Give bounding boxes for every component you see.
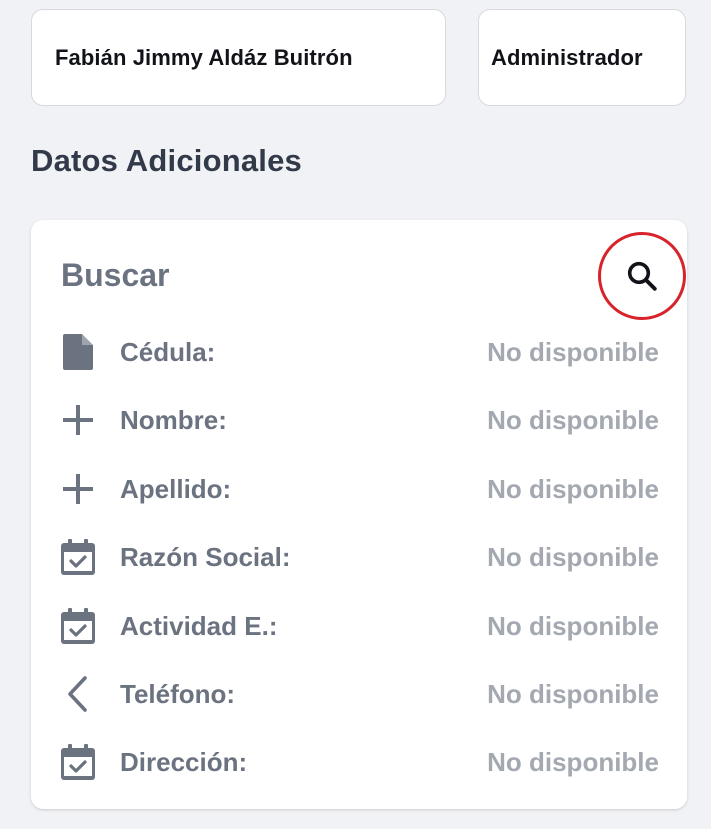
section-title: Datos Adicionales: [31, 143, 302, 178]
calendar-check-icon: [60, 608, 96, 644]
row-value: No disponible: [487, 746, 659, 777]
row-value: No disponible: [487, 473, 659, 504]
search-button[interactable]: [598, 232, 686, 320]
screen-edge: [711, 0, 717, 829]
card-title: Buscar: [61, 257, 170, 293]
row-value: No disponible: [487, 404, 659, 435]
row-label: Cédula:: [120, 336, 216, 367]
row-value: No disponible: [487, 336, 659, 367]
row-label: Apellido:: [120, 473, 232, 504]
row-label: Razón Social:: [120, 541, 291, 572]
info-row-direccion: Dirección: No disponible: [60, 742, 659, 782]
row-label: Nombre:: [120, 404, 227, 435]
info-row-cedula: Cédula: No disponible: [60, 332, 659, 372]
chevron-left-icon: [60, 676, 96, 712]
info-row-actividad: Actividad E.: No disponible: [60, 606, 659, 646]
row-value: No disponible: [487, 678, 659, 709]
plus-icon: [60, 471, 96, 507]
row-label: Actividad E.:: [120, 610, 278, 641]
search-icon: [627, 261, 657, 291]
search-card: Buscar Cédula: No disponible Nombre: No …: [31, 220, 687, 809]
plus-icon: [60, 402, 96, 438]
user-role-field[interactable]: Administrador: [478, 9, 686, 106]
row-label: Teléfono:: [120, 678, 236, 709]
user-role-value: Administrador: [491, 44, 643, 70]
calendar-check-icon: [60, 744, 96, 780]
row-value: No disponible: [487, 541, 659, 572]
user-name-value: Fabián Jimmy Aldáz Buitrón: [55, 44, 353, 70]
document-icon: [60, 334, 96, 370]
user-name-field[interactable]: Fabián Jimmy Aldáz Buitrón: [31, 9, 446, 106]
info-row-apellido: Apellido: No disponible: [60, 469, 659, 509]
info-row-telefono: Teléfono: No disponible: [60, 674, 659, 714]
calendar-check-icon: [60, 539, 96, 575]
info-row-nombre: Nombre: No disponible: [60, 400, 659, 440]
info-row-razon-social: Razón Social: No disponible: [60, 537, 659, 577]
row-label: Dirección:: [120, 746, 248, 777]
row-value: No disponible: [487, 610, 659, 641]
